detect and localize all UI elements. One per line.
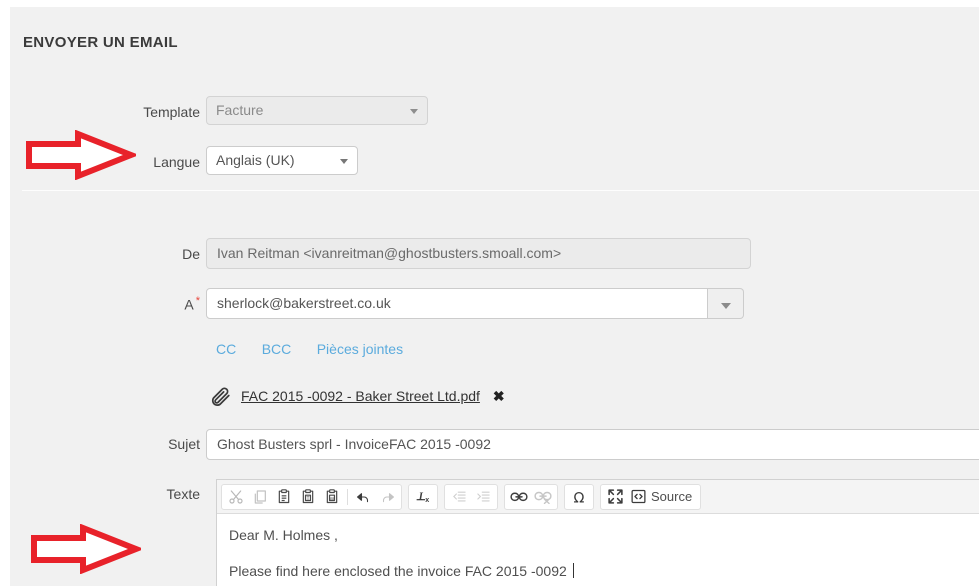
svg-text:x: x	[425, 496, 429, 504]
undo-icon[interactable]	[351, 486, 375, 508]
outdent-icon[interactable]	[447, 486, 471, 508]
clipboard-group: T W	[221, 483, 402, 510]
indent-group	[444, 483, 498, 510]
format-group: I x	[408, 483, 438, 510]
email-form-panel: ENVOYER UN EMAIL Template Facture Langue…	[10, 7, 979, 586]
paste-icon[interactable]	[272, 486, 296, 508]
label-de: De	[182, 246, 200, 262]
from-field-value: Ivan Reitman <ivanreitman@ghostbusters.s…	[217, 245, 562, 261]
editor-paragraph-1: Dear M. Holmes ,	[229, 527, 338, 543]
link-icon[interactable]	[507, 486, 531, 508]
tools-group: Source	[600, 483, 702, 510]
subject-field-value: Ghost Busters sprl - InvoiceFAC 2015 -00…	[217, 436, 491, 452]
indent-icon[interactable]	[471, 486, 495, 508]
chevron-down-icon	[340, 159, 348, 164]
subject-field[interactable]: Ghost Busters sprl - InvoiceFAC 2015 -00…	[206, 429, 979, 460]
from-field: Ivan Reitman <ivanreitman@ghostbusters.s…	[206, 238, 751, 269]
chevron-down-icon	[410, 109, 418, 114]
copy-icon[interactable]	[248, 486, 272, 508]
label-texte: Texte	[166, 486, 200, 502]
required-marker: *	[195, 295, 200, 307]
special-char-icon[interactable]: Ω	[567, 486, 591, 508]
langue-select-value: Anglais (UK)	[216, 152, 295, 168]
label-a: A *	[70, 295, 200, 313]
remove-format-icon[interactable]: I x	[411, 486, 435, 508]
label-a-text: A	[184, 296, 194, 313]
cc-link[interactable]: CC	[216, 341, 236, 357]
svg-text:Ω: Ω	[574, 490, 585, 506]
text-cursor	[572, 563, 574, 578]
insert-group: Ω	[564, 483, 594, 510]
to-field[interactable]: sherlock@bakerstreet.co.uk	[206, 288, 708, 319]
label-template: Template	[143, 104, 200, 120]
attachment-filename[interactable]: FAC 2015 -0092 - Baker Street Ltd.pdf	[241, 388, 480, 404]
svg-text:I: I	[418, 491, 424, 502]
email-option-links: CC BCC Pièces jointes	[216, 341, 424, 359]
editor-paragraph-2: Please find here enclosed the invoice FA…	[229, 561, 979, 582]
link-group	[504, 483, 558, 510]
rich-text-editor: T W I x Ω Source Dear M. Holmes , Please…	[216, 479, 979, 586]
svg-text:W: W	[330, 496, 335, 501]
template-select[interactable]: Facture	[206, 96, 428, 125]
editor-body[interactable]: Dear M. Holmes , Please find here enclos…	[217, 514, 979, 586]
to-field-value: sherlock@bakerstreet.co.uk	[217, 295, 391, 311]
attachment-remove-icon[interactable]: ✖	[493, 388, 505, 405]
toolbar-separator	[347, 488, 348, 505]
chevron-down-icon	[721, 303, 731, 309]
bcc-link[interactable]: BCC	[262, 341, 292, 357]
label-langue: Langue	[153, 154, 200, 170]
redo-icon[interactable]	[375, 486, 399, 508]
screen: ENVOYER UN EMAIL Template Facture Langue…	[0, 0, 979, 586]
cut-icon[interactable]	[224, 486, 248, 508]
page-title: ENVOYER UN EMAIL	[23, 34, 178, 51]
to-field-dropdown-button[interactable]	[708, 288, 744, 319]
source-button-label[interactable]: Source	[649, 489, 698, 504]
paste-as-text-icon[interactable]: T	[296, 486, 320, 508]
paperclip-icon	[210, 385, 232, 407]
label-sujet: Sujet	[168, 436, 200, 452]
editor-toolbar: T W I x Ω Source	[217, 480, 979, 514]
template-select-value: Facture	[216, 102, 264, 118]
maximize-icon[interactable]	[603, 486, 627, 508]
paste-from-word-icon[interactable]: W	[320, 486, 344, 508]
attachments-link[interactable]: Pièces jointes	[317, 341, 403, 357]
section-divider	[22, 190, 979, 191]
unlink-icon[interactable]	[531, 486, 555, 508]
attachment-item: FAC 2015 -0092 - Baker Street Ltd.pdf ✖	[210, 385, 505, 407]
langue-select[interactable]: Anglais (UK)	[206, 146, 358, 175]
source-icon[interactable]	[627, 486, 649, 508]
editor-paragraph-2-text: Please find here enclosed the invoice FA…	[229, 563, 571, 579]
